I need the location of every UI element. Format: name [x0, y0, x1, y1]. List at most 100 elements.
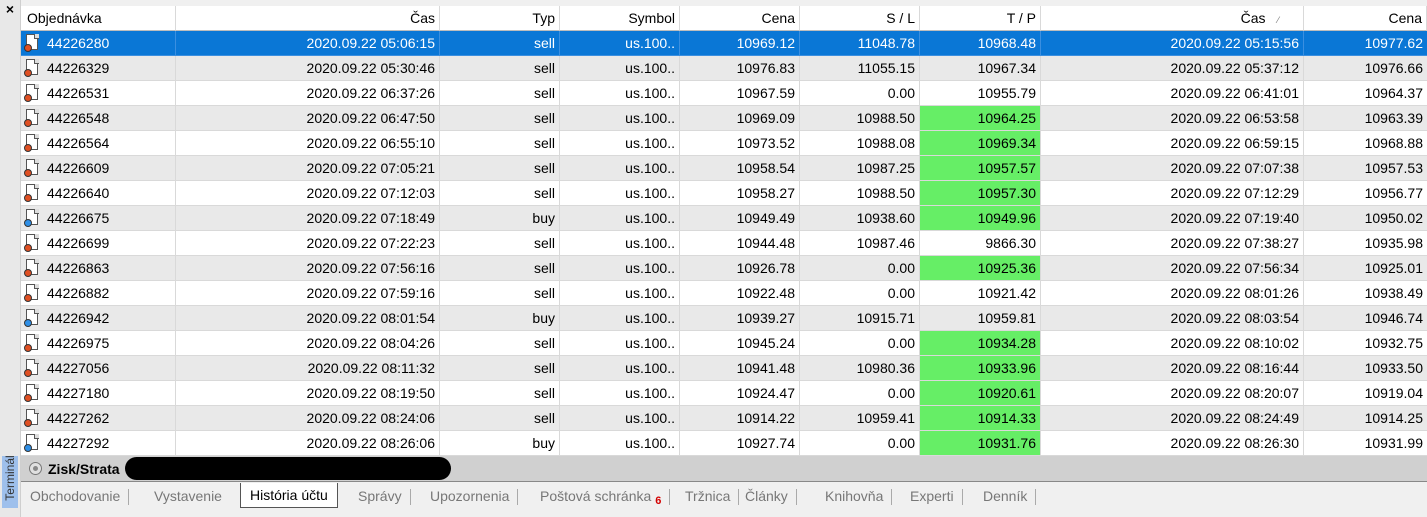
tab-6[interactable]: Tržnica [676, 486, 740, 508]
tab-9[interactable]: Experti [901, 486, 963, 508]
table-row[interactable]: 44227180 2020.09.22 08:19:50 sell us.100.. 1… [21, 381, 1427, 406]
terminal-side-strip: × Terminál [0, 0, 21, 517]
order-number: 44226564 [47, 135, 110, 151]
close-time-cell: 2020.09.22 08:20:07 [1041, 381, 1304, 406]
tab-label: História účtu [250, 487, 328, 503]
close-price-cell: 10957.53 [1304, 156, 1427, 181]
col-header-stop-loss[interactable]: S / L [800, 6, 920, 31]
type-cell: buy [440, 306, 560, 331]
tab-1[interactable]: Vystavenie [145, 486, 231, 508]
terminal-tabs: Obchodovanie Vystavenie História účtu Správ… [21, 481, 1427, 517]
table-row[interactable]: 44226942 2020.09.22 08:01:54 buy us.100.. 10… [21, 306, 1427, 331]
order-number: 44226882 [47, 285, 110, 301]
order-cell: 44226942 [21, 306, 176, 331]
tab-5[interactable]: Poštová schránka 6 [531, 486, 671, 508]
table-row[interactable]: 44227056 2020.09.22 08:11:32 sell us.100.. 1… [21, 356, 1427, 381]
take-profit-cell: 10920.61 [920, 381, 1041, 406]
table-row[interactable]: 44226699 2020.09.22 07:22:23 sell us.100.. 1… [21, 231, 1427, 256]
table-row[interactable]: 44226329 2020.09.22 05:30:46 sell us.100.. 1… [21, 56, 1427, 81]
tab-separator [128, 489, 130, 505]
order-number: 44227180 [47, 385, 110, 401]
tab-separator [669, 489, 671, 505]
sell-order-icon [24, 59, 40, 77]
col-header-take-profit[interactable]: T / P [920, 6, 1041, 31]
sell-order-icon [24, 84, 40, 102]
open-time-cell: 2020.09.22 08:11:32 [176, 356, 440, 381]
table-row[interactable]: 44226280 2020.09.22 05:06:15 sell us.100.. 1… [21, 31, 1427, 56]
open-price-cell: 10958.54 [680, 156, 800, 181]
buy-order-icon [24, 434, 40, 452]
stop-loss-cell: 11055.15 [800, 56, 920, 81]
sell-order-icon [24, 359, 40, 377]
table-row[interactable]: 44226548 2020.09.22 06:47:50 sell us.100.. 1… [21, 106, 1427, 131]
tab-separator [961, 489, 963, 505]
open-price-cell: 10969.09 [680, 106, 800, 131]
tab-8[interactable]: Knihovňa [816, 486, 893, 508]
close-price-cell: 10950.02 [1304, 206, 1427, 231]
symbol-cell: us.100.. [560, 406, 680, 431]
sell-order-icon [24, 384, 40, 402]
tab-3[interactable]: Správy [349, 486, 411, 508]
close-price-cell: 10977.62 [1304, 31, 1427, 56]
type-cell: sell [440, 131, 560, 156]
table-row[interactable]: 44226675 2020.09.22 07:18:49 buy us.100.. 10… [21, 206, 1427, 231]
order-cell: 44226975 [21, 331, 176, 356]
table-row[interactable]: 44226640 2020.09.22 07:12:03 sell us.100.. 1… [21, 181, 1427, 206]
col-header-order[interactable]: Objednávka [21, 6, 176, 31]
sell-order-icon [24, 159, 40, 177]
col-header-close-price[interactable]: Cena [1304, 6, 1427, 31]
order-cell: 44227262 [21, 406, 176, 431]
tab-label: Obchodovanie [30, 488, 121, 504]
tab-2[interactable]: História účtu [240, 483, 338, 508]
table-row[interactable]: 44226863 2020.09.22 07:56:16 sell us.100.. 1… [21, 256, 1427, 281]
tab-7[interactable]: Články [736, 486, 797, 508]
open-price-cell: 10924.47 [680, 381, 800, 406]
close-icon[interactable]: × [3, 1, 17, 17]
type-cell: sell [440, 156, 560, 181]
col-header-symbol[interactable]: Symbol [560, 6, 680, 31]
order-cell: 44226699 [21, 231, 176, 256]
open-price-cell: 10941.48 [680, 356, 800, 381]
close-price-cell: 10914.25 [1304, 406, 1427, 431]
col-header-open-time[interactable]: Čas [176, 6, 440, 31]
table-row[interactable]: 44227292 2020.09.22 08:26:06 buy us.100.. 10… [21, 431, 1427, 456]
open-time-cell: 2020.09.22 06:47:50 [176, 106, 440, 131]
close-price-cell: 10976.66 [1304, 56, 1427, 81]
sell-order-icon [24, 184, 40, 202]
tab-4[interactable]: Upozornenia [421, 486, 519, 508]
tab-10[interactable]: Denník [974, 486, 1037, 508]
order-number: 44226675 [47, 210, 110, 226]
table-row[interactable]: 44226975 2020.09.22 08:04:26 sell us.100.. 1… [21, 331, 1427, 356]
open-time-cell: 2020.09.22 08:19:50 [176, 381, 440, 406]
close-price-cell: 10925.01 [1304, 256, 1427, 281]
stop-loss-cell: 10987.25 [800, 156, 920, 181]
table-row[interactable]: 44226609 2020.09.22 07:05:21 sell us.100.. 1… [21, 156, 1427, 181]
close-time-cell: 2020.09.22 07:12:29 [1041, 181, 1304, 206]
table-row[interactable]: 44226531 2020.09.22 06:37:26 sell us.100.. 1… [21, 81, 1427, 106]
tab-label: Tržnica [685, 488, 731, 504]
profit-summary-row: Zisk/Strata [21, 456, 1427, 481]
stop-loss-cell: 0.00 [800, 431, 920, 456]
close-time-cell: 2020.09.22 06:59:15 [1041, 131, 1304, 156]
table-row[interactable]: 44226882 2020.09.22 07:59:16 sell us.100.. 1… [21, 281, 1427, 306]
symbol-cell: us.100.. [560, 281, 680, 306]
table-row[interactable]: 44227262 2020.09.22 08:24:06 sell us.100.. 1… [21, 406, 1427, 431]
take-profit-cell: 9866.30 [920, 231, 1041, 256]
col-header-type[interactable]: Typ [440, 6, 560, 31]
take-profit-cell: 10964.25 [920, 106, 1041, 131]
type-cell: buy [440, 431, 560, 456]
col-header-open-price[interactable]: Cena [680, 6, 800, 31]
order-cell: 44226882 [21, 281, 176, 306]
col-header-close-time[interactable]: Čas ⁄ [1041, 6, 1304, 31]
symbol-cell: us.100.. [560, 81, 680, 106]
table-row[interactable]: 44226564 2020.09.22 06:55:10 sell us.100.. 1… [21, 131, 1427, 156]
redacted-value [125, 457, 451, 480]
take-profit-cell: 10933.96 [920, 356, 1041, 381]
tab-0[interactable]: Obchodovanie [21, 486, 130, 508]
order-cell: 44226548 [21, 106, 176, 131]
order-number: 44226863 [47, 260, 110, 276]
type-cell: sell [440, 31, 560, 56]
order-cell: 44226640 [21, 181, 176, 206]
close-price-cell: 10933.50 [1304, 356, 1427, 381]
take-profit-cell: 10949.96 [920, 206, 1041, 231]
